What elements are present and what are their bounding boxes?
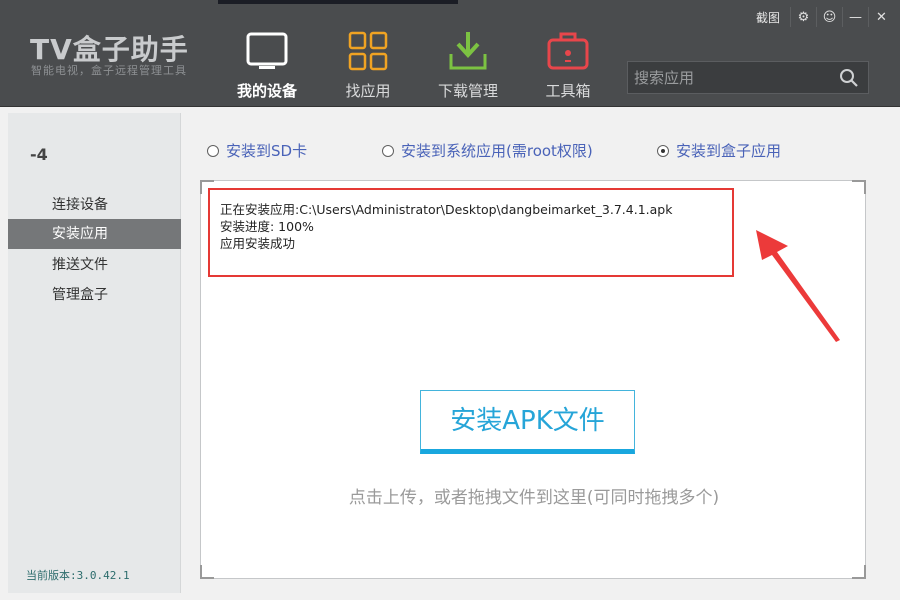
sidebar-item-manage-box[interactable]: 管理盒子 [8, 280, 181, 310]
window-controls: 截图 ⚙ ☺ — ✕ [756, 6, 894, 28]
nav-toolbox[interactable]: 工具箱 [518, 28, 618, 104]
nav-label: 工具箱 [545, 82, 591, 100]
option-label: 安装到系统应用(需root权限) [401, 142, 593, 160]
screenshot-button[interactable]: 截图 [756, 9, 780, 26]
nav-my-devices[interactable]: 我的设备 [217, 28, 317, 104]
nav-label: 我的设备 [236, 82, 297, 100]
device-name: -4 [30, 145, 48, 164]
toolbox-icon [545, 28, 591, 74]
search-box [627, 61, 869, 94]
radio-button[interactable] [382, 144, 394, 157]
log-line-result: 应用安装成功 [220, 236, 296, 251]
option-label: 安装到SD卡 [226, 142, 308, 160]
sidebar: -4 连接设备 安装应用 推送文件 管理盒子 当前版本:3.0.42.1 [8, 113, 181, 593]
close-button[interactable]: ✕ [868, 7, 894, 27]
install-apk-button[interactable]: 安装APK文件 [420, 390, 635, 454]
feedback-icon[interactable]: ☺ [816, 7, 842, 27]
nav-label: 找应用 [345, 82, 391, 100]
minimize-button[interactable]: — [842, 7, 868, 27]
sidebar-item-push-file[interactable]: 推送文件 [8, 250, 181, 280]
sidebar-item-connect-device[interactable]: 连接设备 [8, 190, 181, 220]
option-install-system-app[interactable]: 安装到系统应用(需root权限) [382, 140, 593, 161]
drop-hint: 点击上传，或者拖拽文件到这里(可同时拖拽多个) [348, 488, 720, 508]
option-install-sd-card[interactable]: 安装到SD卡 [207, 140, 307, 161]
option-label: 安装到盒子应用 [676, 142, 782, 160]
search-input[interactable] [628, 62, 828, 93]
radio-button-selected[interactable] [657, 144, 669, 157]
version-label: 当前版本:3.0.42.1 [26, 569, 130, 582]
nav-download-manager[interactable]: 下载管理 [418, 28, 518, 104]
app-header: TV盒子助手 智能电视，盒子远程管理工具 我的设备 找应用 下载管理 工具箱 截… [0, 0, 900, 107]
log-line-progress: 安装进度: 100% [220, 219, 314, 234]
apps-grid-icon [345, 28, 391, 74]
corner-mark [200, 565, 214, 579]
log-line-installing: 正在安装应用:C:\Users\Administrator\Desktop\da… [220, 202, 673, 217]
top-thumbnail-strip [218, 0, 458, 4]
install-log: 正在安装应用:C:\Users\Administrator\Desktop\da… [208, 188, 734, 277]
search-icon[interactable] [839, 68, 859, 92]
nav-label: 下载管理 [437, 82, 498, 100]
sidebar-item-install-app[interactable]: 安装应用 [8, 219, 181, 249]
corner-mark [852, 565, 866, 579]
radio-button[interactable] [207, 144, 219, 157]
option-install-box-app[interactable]: 安装到盒子应用 [657, 140, 781, 161]
download-icon [445, 28, 491, 74]
corner-mark [852, 180, 866, 194]
app-subtitle: 智能电视，盒子远程管理工具 [31, 64, 187, 77]
tv-icon [244, 28, 290, 74]
settings-icon[interactable]: ⚙ [790, 7, 816, 27]
annotation-arrow-icon [756, 230, 840, 342]
nav-find-apps[interactable]: 找应用 [318, 28, 418, 104]
